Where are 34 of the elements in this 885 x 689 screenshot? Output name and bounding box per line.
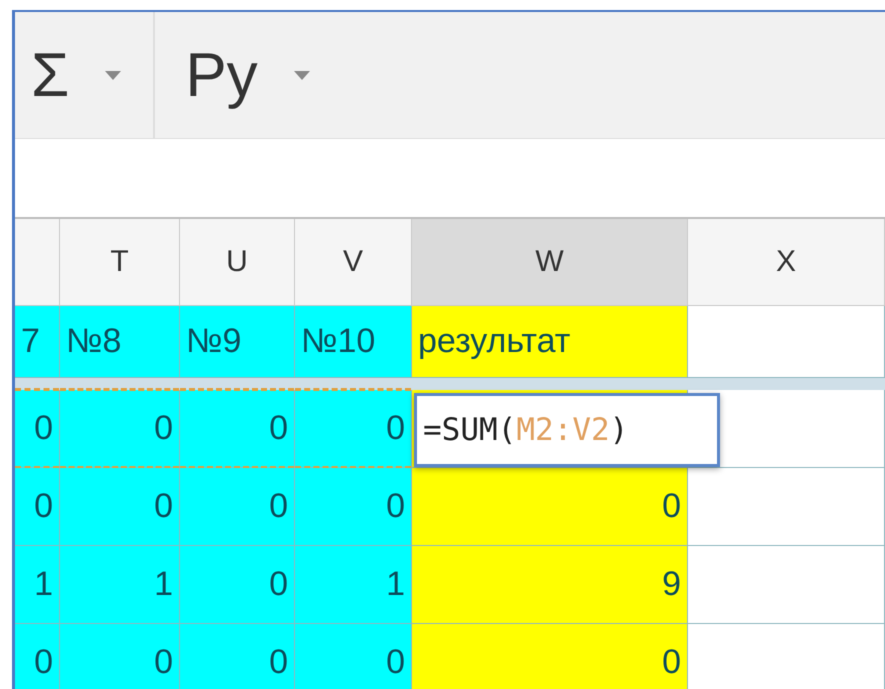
table-cell[interactable]: 0	[15, 624, 60, 689]
table-cell[interactable]: 7	[15, 306, 60, 378]
table-cell[interactable]: 0	[295, 624, 412, 689]
table-cell[interactable]: 0	[180, 468, 295, 546]
table-cell[interactable]: 0	[412, 624, 688, 689]
table-cell[interactable]: результат	[412, 306, 688, 378]
table-cell[interactable]: №10	[295, 306, 412, 378]
table-cell[interactable]: 0	[412, 468, 688, 546]
table-cell[interactable]: 0	[60, 468, 180, 546]
table-cell[interactable]: 9	[412, 546, 688, 624]
column-header[interactable]: W	[412, 219, 688, 306]
caret-icon	[103, 69, 124, 81]
table-cell[interactable]: 1	[60, 546, 180, 624]
table-cell[interactable]: 1	[295, 546, 412, 624]
table-cell[interactable]: 0	[15, 468, 60, 546]
column-header[interactable]: V	[295, 219, 412, 306]
table-cell[interactable]: №9	[180, 306, 295, 378]
table-cell[interactable]: 0	[15, 390, 60, 468]
table-cell[interactable]: №8	[60, 306, 180, 378]
column-header[interactable]: X	[688, 219, 885, 306]
table-cell[interactable]: 0	[60, 624, 180, 689]
table-cell[interactable]: 0	[180, 624, 295, 689]
table-cell[interactable]: 0	[295, 468, 412, 546]
table-cell[interactable]: 0	[180, 390, 295, 468]
input-language-button[interactable]: Ру	[155, 12, 342, 138]
column-header[interactable]	[15, 219, 60, 306]
table-cell[interactable]: 0	[60, 390, 180, 468]
caret-icon	[292, 69, 312, 81]
column-header[interactable]: U	[180, 219, 295, 306]
table-cell[interactable]: 1	[15, 546, 60, 624]
table-cell[interactable]: 0	[180, 546, 295, 624]
column-header[interactable]: T	[60, 219, 180, 306]
table-cell[interactable]: 0	[295, 390, 412, 468]
cell-editor-popup[interactable]: =SUM(M2:V2)	[414, 393, 720, 467]
